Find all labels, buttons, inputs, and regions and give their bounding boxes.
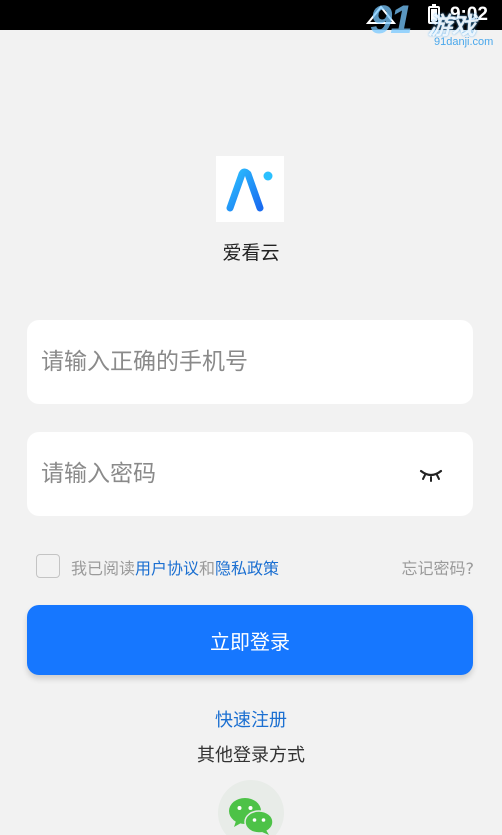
watermark-domain: 91danji.com: [434, 36, 494, 48]
wechat-icon: [229, 798, 274, 835]
agreement-checkbox[interactable]: [36, 554, 60, 578]
status-bar: 9:02: [0, 0, 502, 30]
ai-logo-icon: [226, 168, 273, 212]
phone-field[interactable]: [27, 320, 473, 404]
other-login-label: 其他登录方式: [197, 745, 305, 766]
privacy-policy-link[interactable]: 隐私政策: [215, 559, 279, 578]
password-field[interactable]: [27, 432, 473, 516]
app-logo: [216, 156, 284, 222]
agreement-row: 我已阅读用户协议和隐私政策 忘记密码?: [36, 552, 476, 580]
wechat-login-button[interactable]: [218, 780, 284, 835]
agreement-and: 和: [199, 559, 216, 578]
agreement-prefix: 我已阅读: [71, 559, 136, 578]
eye-closed-icon[interactable]: [419, 465, 443, 483]
agreement-text: 我已阅读用户协议和隐私政策: [71, 555, 279, 579]
password-input[interactable]: [41, 432, 421, 516]
app-name: 爱看云: [222, 242, 280, 264]
battery-icon: [428, 4, 440, 24]
forgot-password-link[interactable]: 忘记密码?: [402, 555, 475, 579]
user-agreement-link[interactable]: 用户协议: [135, 559, 199, 578]
login-button[interactable]: 立即登录: [27, 605, 473, 675]
phone-input[interactable]: [41, 320, 421, 404]
status-time: 9:02: [449, 4, 488, 25]
register-link[interactable]: 快速注册: [0, 706, 502, 732]
signal-icon: [366, 5, 396, 24]
